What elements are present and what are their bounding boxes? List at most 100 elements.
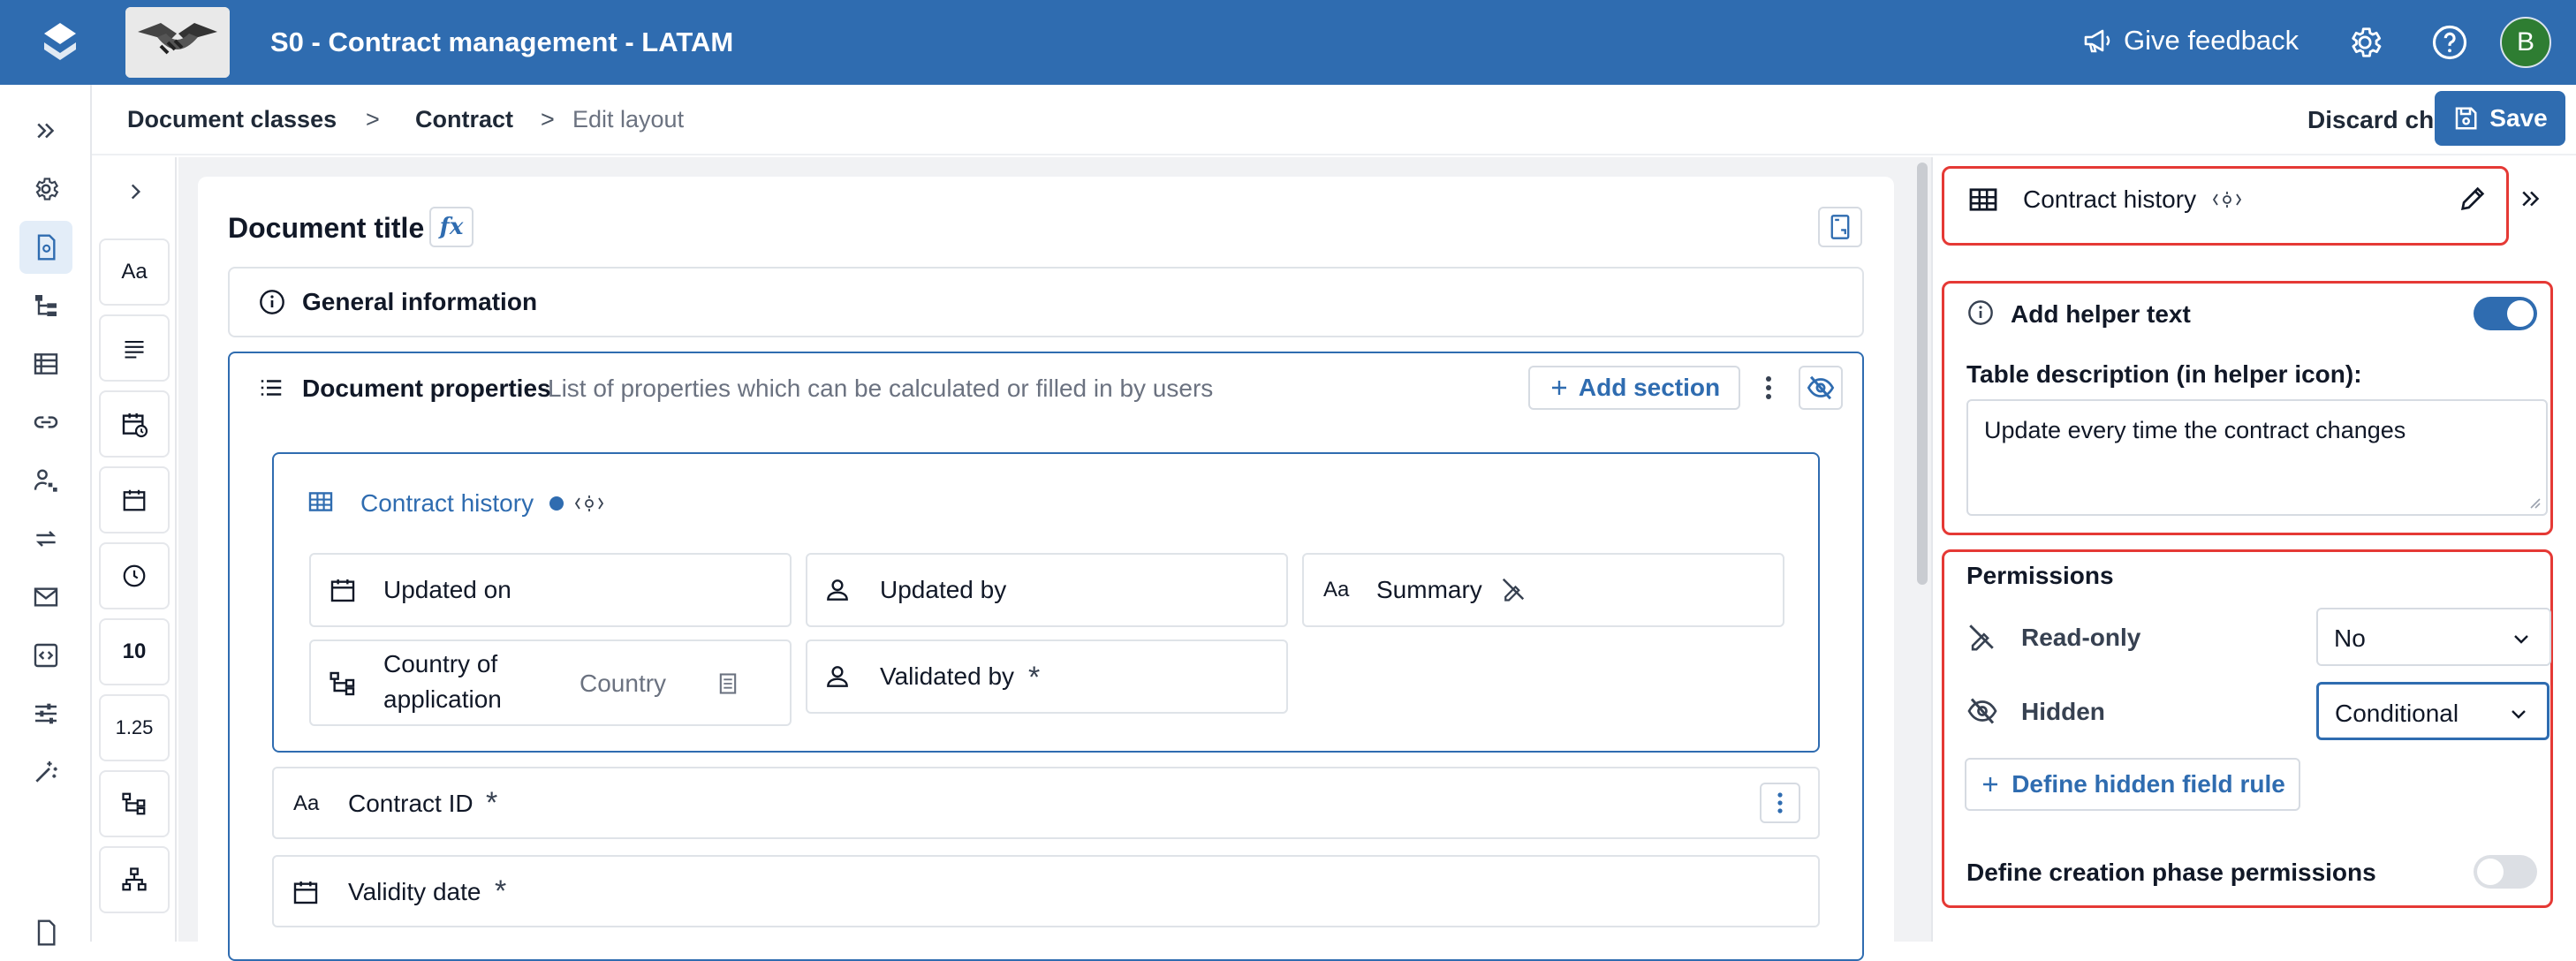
helper-text-toggle[interactable] <box>2474 297 2537 330</box>
link-icon[interactable] <box>19 396 72 449</box>
read-only-value: No <box>2334 624 2366 652</box>
paragraph-icon <box>125 340 144 359</box>
palette-time[interactable] <box>99 542 170 609</box>
palette-org-chart[interactable] <box>99 846 170 913</box>
formula-button[interactable]: fx <box>429 207 474 247</box>
preview-frame-button[interactable] <box>1818 207 1862 247</box>
hidden-select[interactable]: Conditional <box>2316 682 2549 740</box>
kebab-menu-icon <box>1777 792 1783 813</box>
save-label: Save <box>2489 104 2548 132</box>
hidden-label: Hidden <box>2021 698 2105 725</box>
palette-integer[interactable]: 10 <box>99 618 170 685</box>
palette-date[interactable] <box>99 466 170 533</box>
field-updated-by[interactable]: Updated by <box>806 553 1288 627</box>
org-chart-icon <box>122 867 147 891</box>
permissions-heading: Permissions <box>1966 562 2114 589</box>
field-label-line2: application <box>383 685 502 713</box>
tree-icon[interactable] <box>19 279 72 332</box>
define-hidden-field-rule-label: Define hidden field rule <box>2012 770 2285 798</box>
general-information-section[interactable]: General information <box>228 267 1864 337</box>
person-icon <box>823 576 852 604</box>
person-icon <box>823 662 852 691</box>
palette-hierarchy[interactable] <box>99 770 170 837</box>
define-hidden-field-rule-button[interactable]: Define hidden field rule <box>1965 758 2300 811</box>
code-icon[interactable] <box>19 629 72 682</box>
add-section-button[interactable]: Add section <box>1528 366 1740 410</box>
field-label: Summary <box>1376 576 1482 603</box>
table-description-input[interactable]: Update every time the contract changes <box>1966 399 2548 516</box>
field-label: Contract ID <box>348 790 474 817</box>
field-label-line1: Country of <box>383 650 498 677</box>
expand-nav-icon[interactable] <box>19 104 72 157</box>
help-icon[interactable] <box>2431 24 2468 61</box>
settings-gear-icon[interactable] <box>19 163 72 216</box>
panel-title: Contract history <box>2023 185 2197 213</box>
mail-icon[interactable] <box>19 571 72 624</box>
plus-icon <box>1983 777 1998 791</box>
breadcrumb-current: Edit layout <box>572 106 685 132</box>
repeat-icon[interactable] <box>19 512 72 565</box>
field-label: Validity date <box>348 878 481 905</box>
canvas-scrollbar[interactable] <box>1917 163 1928 585</box>
required-asterisk: * <box>495 874 507 908</box>
chevron-right-icon[interactable] <box>124 180 147 203</box>
text-icon: Aa <box>1323 578 1350 602</box>
app-title: S0 - Contract management - LATAM <box>270 26 734 57</box>
collapse-panel-icon[interactable] <box>2518 185 2544 212</box>
breadcrumb-contract[interactable]: Contract <box>415 106 513 133</box>
contract-history-table[interactable]: Contract history Updated on Updated by A… <box>272 452 1820 753</box>
info-icon <box>1966 299 1995 327</box>
table-icon <box>1968 187 1998 212</box>
calendar-icon <box>123 489 146 511</box>
gear-icon[interactable] <box>2346 24 2383 61</box>
date-time-icon <box>122 413 148 438</box>
text-prefix: Aa <box>293 791 320 815</box>
magic-wand-icon[interactable] <box>19 745 72 798</box>
field-validity-date[interactable]: Validity date * <box>272 855 1820 927</box>
preview-icon <box>1830 215 1850 239</box>
field-updated-on[interactable]: Updated on <box>309 553 792 627</box>
field-validated-by[interactable]: Validated by * <box>806 639 1288 714</box>
pencil-icon[interactable] <box>2458 184 2488 214</box>
palette-text-field[interactable]: Aa <box>99 238 170 306</box>
handshake-logo <box>125 7 230 78</box>
creation-phase-label: Define creation phase permissions <box>1966 859 2376 886</box>
give-feedback-label: Give feedback <box>2124 25 2299 56</box>
app-logo-icon[interactable] <box>37 19 83 65</box>
read-only-select[interactable]: No <box>2316 608 2551 666</box>
clock-icon <box>123 564 146 587</box>
breadcrumb-separator: > <box>541 106 555 132</box>
give-feedback-button[interactable]: Give feedback <box>2083 25 2299 57</box>
field-contract-id[interactable]: Aa Contract ID * <box>272 767 1820 839</box>
creation-phase-toggle[interactable] <box>2474 855 2537 889</box>
sliders-icon[interactable] <box>19 687 72 740</box>
document-settings-icon[interactable] <box>19 221 72 274</box>
user-roles-icon[interactable] <box>19 454 72 507</box>
table-icon <box>307 491 334 512</box>
eye-off-icon <box>1807 375 1835 400</box>
left-nav <box>0 85 92 946</box>
field-menu-button[interactable] <box>1760 783 1800 823</box>
palette-paragraph[interactable] <box>99 314 170 382</box>
table-list-icon[interactable] <box>19 337 72 390</box>
field-country-of-application[interactable]: Country of application Country <box>309 639 792 726</box>
visibility-toggle-button[interactable] <box>1799 366 1843 410</box>
info-icon <box>258 288 286 316</box>
eye-off-icon <box>1966 696 1998 726</box>
general-information-label: General information <box>302 288 538 315</box>
document-title[interactable]: Document title <box>228 212 424 245</box>
resize-handle-icon[interactable] <box>2528 496 2541 509</box>
document-search-icon[interactable] <box>19 906 72 959</box>
required-asterisk: * <box>1028 661 1041 694</box>
calendar-icon <box>292 878 320 906</box>
field-summary[interactable]: Aa Summary <box>1302 553 1784 627</box>
kebab-menu-icon[interactable] <box>1760 373 1777 403</box>
hidden-value: Conditional <box>2335 700 2459 727</box>
palette-decimal[interactable]: 1.25 <box>99 694 170 761</box>
conditional-rule-icon <box>574 493 604 514</box>
avatar[interactable]: B <box>2500 17 2551 68</box>
add-section-label: Add section <box>1578 374 1721 401</box>
palette-datetime[interactable] <box>99 390 170 458</box>
breadcrumb-document-classes[interactable]: Document classes <box>127 106 337 133</box>
save-button[interactable]: Save <box>2435 91 2565 146</box>
